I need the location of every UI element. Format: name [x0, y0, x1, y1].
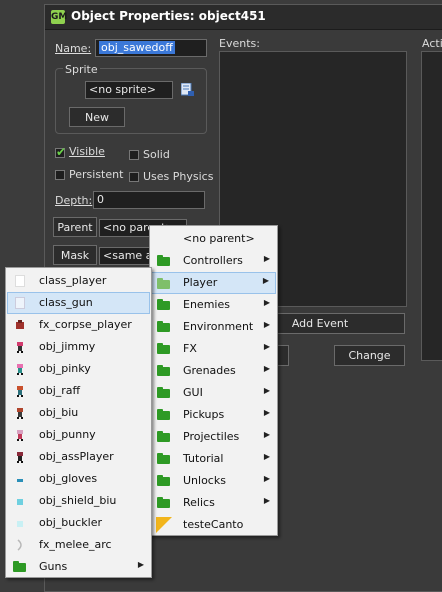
folder-icon — [157, 299, 170, 310]
menu-item-testecanto[interactable]: testeCanto — [151, 514, 276, 536]
name-value: obj_sawedoff — [99, 41, 175, 54]
folder-icon — [157, 453, 170, 464]
new-sprite-button[interactable]: New — [69, 107, 125, 127]
menu-item-tutorial[interactable]: Tutorial ▶ — [151, 448, 276, 470]
menu-item-enemies[interactable]: Enemies ▶ — [151, 294, 276, 316]
folder-icon — [157, 431, 170, 442]
folder-icon — [157, 387, 170, 398]
edit-sprite-icon[interactable] — [180, 82, 194, 96]
solid-label: Solid — [143, 148, 170, 161]
parent-button[interactable]: Parent — [53, 217, 97, 237]
submenu-arrow-icon: ▶ — [263, 408, 270, 417]
solid-checkbox[interactable] — [129, 150, 139, 160]
visible-label: Visible — [69, 145, 105, 158]
character-sprite-icon — [17, 430, 23, 441]
character-sprite-icon — [17, 342, 23, 353]
menu-item-relics[interactable]: Relics ▶ — [151, 492, 276, 514]
name-field[interactable]: obj_sawedoff — [95, 39, 207, 57]
folder-icon — [157, 255, 170, 266]
corpse-sprite-icon — [16, 320, 24, 329]
corner-sprite-icon — [156, 517, 172, 533]
visible-checkbox[interactable] — [55, 145, 66, 159]
submenu-arrow-icon: ▶ — [263, 386, 270, 395]
menu-item-unlocks[interactable]: Unlocks ▶ — [151, 470, 276, 492]
submenu-arrow-icon: ▶ — [263, 320, 270, 329]
folder-icon — [157, 278, 170, 289]
submenu-item-class-gun[interactable]: class_gun — [7, 292, 150, 314]
folder-icon — [157, 343, 170, 354]
submenu-item-obj-jimmy[interactable]: obj_jimmy — [7, 336, 150, 358]
name-label: Name: — [55, 42, 92, 55]
submenu-item-guns[interactable]: Guns ▶ — [7, 556, 150, 578]
menu-item-environment[interactable]: Environment ▶ — [151, 316, 276, 338]
arc-sprite-icon — [17, 539, 22, 551]
submenu-item-obj-gloves[interactable]: obj_gloves — [7, 468, 150, 490]
character-sprite-icon — [17, 452, 23, 463]
submenu-item-obj-biu[interactable]: obj_biu — [7, 402, 150, 424]
submenu-arrow-icon: ▶ — [262, 276, 269, 285]
submenu-arrow-icon: ▶ — [263, 430, 270, 439]
change-event-button[interactable]: Change — [334, 345, 405, 366]
uses-physics-checkbox[interactable] — [129, 172, 139, 182]
sprite-select[interactable]: <no sprite> — [85, 81, 173, 99]
actions-label: Actions — [422, 37, 442, 50]
blank-sprite-icon — [15, 275, 25, 287]
folder-icon — [157, 475, 170, 486]
folder-icon — [157, 321, 170, 332]
menu-item-projectiles[interactable]: Projectiles ▶ — [151, 426, 276, 448]
character-sprite-icon — [17, 408, 23, 419]
blank-sprite-icon — [15, 297, 25, 309]
submenu-item-class-player[interactable]: class_player — [7, 270, 150, 292]
submenu-arrow-icon: ▶ — [263, 298, 270, 307]
gamemaker-logo-icon: GM — [51, 10, 68, 24]
uses-physics-label: Uses Physics — [143, 170, 214, 183]
menu-item-no-parent[interactable]: <no parent> — [151, 228, 276, 250]
buckler-sprite-icon — [17, 521, 23, 527]
submenu-item-obj-shield-biu[interactable]: obj_shield_biu — [7, 490, 150, 512]
folder-icon — [157, 497, 170, 508]
submenu-item-fx-melee-arc[interactable]: fx_melee_arc — [7, 534, 150, 556]
menu-item-player[interactable]: Player ▶ — [151, 272, 276, 294]
submenu-arrow-icon: ▶ — [263, 342, 270, 351]
submenu-item-obj-buckler[interactable]: obj_buckler — [7, 512, 150, 534]
submenu-arrow-icon: ▶ — [263, 474, 270, 483]
player-submenu: class_player class_gun fx_corpse_player … — [5, 267, 152, 578]
folder-icon — [157, 409, 170, 420]
persistent-checkbox[interactable] — [55, 170, 65, 180]
submenu-item-obj-punny[interactable]: obj_punny — [7, 424, 150, 446]
sprite-group-label: Sprite — [63, 63, 100, 76]
submenu-arrow-icon: ▶ — [263, 452, 270, 461]
submenu-item-obj-pinky[interactable]: obj_pinky — [7, 358, 150, 380]
parent-dropdown-menu: <no parent> Controllers ▶ Player ▶ Enemi… — [149, 225, 278, 536]
depth-field[interactable]: 0 — [93, 191, 205, 209]
window-title: Object Properties: object451 — [71, 9, 266, 23]
submenu-item-obj-raff[interactable]: obj_raff — [7, 380, 150, 402]
menu-item-controllers[interactable]: Controllers ▶ — [151, 250, 276, 272]
submenu-arrow-icon: ▶ — [263, 364, 270, 373]
submenu-item-fx-corpse-player[interactable]: fx_corpse_player — [7, 314, 150, 336]
submenu-arrow-icon: ▶ — [263, 496, 270, 505]
events-label: Events: — [219, 37, 260, 50]
menu-item-fx[interactable]: FX ▶ — [151, 338, 276, 360]
gloves-sprite-icon — [17, 479, 23, 482]
title-bar[interactable]: GM Object Properties: object451 — [45, 5, 442, 30]
persistent-label: Persistent — [69, 168, 124, 181]
shield-sprite-icon — [17, 499, 23, 505]
folder-icon — [157, 365, 170, 376]
folder-icon — [13, 561, 26, 572]
submenu-arrow-icon: ▶ — [137, 560, 144, 569]
menu-item-grenades[interactable]: Grenades ▶ — [151, 360, 276, 382]
menu-item-pickups[interactable]: Pickups ▶ — [151, 404, 276, 426]
mask-button[interactable]: Mask — [53, 245, 97, 265]
depth-label: Depth: — [55, 194, 93, 207]
actions-list[interactable] — [421, 51, 442, 361]
character-sprite-icon — [17, 386, 23, 397]
character-sprite-icon — [17, 364, 23, 375]
submenu-arrow-icon: ▶ — [263, 254, 270, 263]
menu-item-gui[interactable]: GUI ▶ — [151, 382, 276, 404]
submenu-item-obj-assplayer[interactable]: obj_assPlayer — [7, 446, 150, 468]
